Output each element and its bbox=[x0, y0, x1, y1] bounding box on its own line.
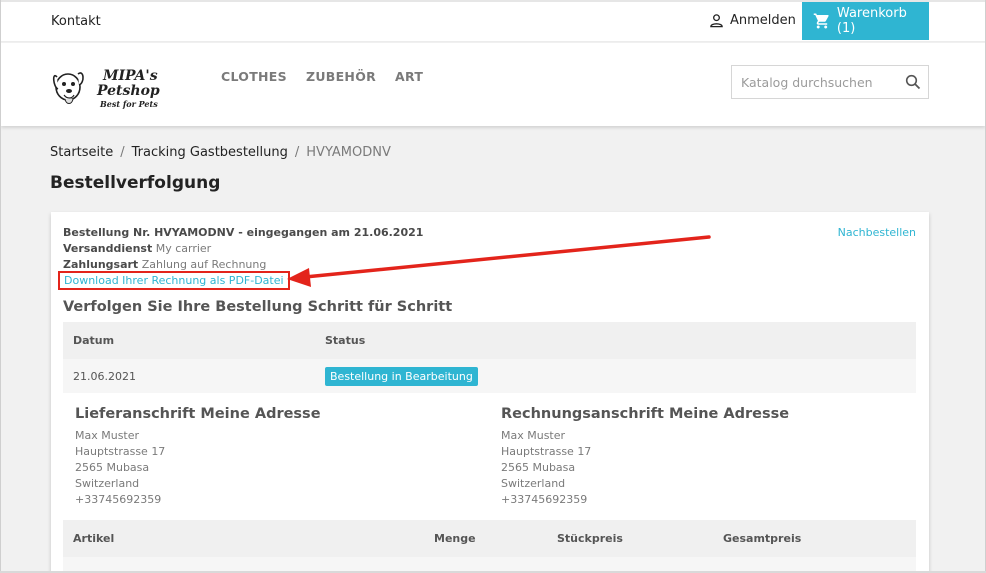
column-header-status: Status bbox=[325, 334, 366, 347]
order-headline: Bestellung Nr. HVYAMODNV - eingegangen a… bbox=[63, 226, 424, 239]
cart-icon bbox=[813, 13, 829, 29]
column-header-date: Datum bbox=[73, 334, 115, 347]
status-badge: Bestellung in Bearbeitung bbox=[325, 366, 478, 386]
menu-item-zubehoer[interactable]: ZUBEHÖR bbox=[306, 69, 376, 84]
cart-button[interactable]: Warenkorb (1) bbox=[802, 2, 929, 40]
payment-label: Zahlungsart bbox=[63, 258, 139, 271]
invoice-address-title: Rechnungsanschrift Meine Adresse bbox=[501, 406, 790, 422]
address-line: +33745692359 bbox=[501, 493, 588, 506]
cart-label: Warenkorb (1) bbox=[836, 6, 907, 36]
order-card: Bestellung Nr. HVYAMODNV - eingegangen a… bbox=[51, 212, 929, 573]
address-line: Hauptstrasse 17 bbox=[75, 445, 166, 458]
breadcrumb: Startseite / Tracking Gastbestellung / H… bbox=[50, 145, 391, 160]
address-line: Switzerland bbox=[501, 477, 566, 490]
breadcrumb-home[interactable]: Startseite bbox=[50, 145, 113, 160]
breadcrumb-current: HVYAMODNV bbox=[306, 145, 391, 160]
delivery-address: Lieferanschrift Meine Adresse Max Muster… bbox=[75, 405, 321, 508]
menu-item-clothes[interactable]: CLOTHES bbox=[221, 69, 287, 84]
reorder-link[interactable]: Nachbestellen bbox=[838, 226, 916, 239]
page-title: Bestellverfolgung bbox=[50, 173, 221, 193]
address-line: Max Muster bbox=[501, 429, 566, 442]
contact-link[interactable]: Kontakt bbox=[51, 14, 101, 29]
signin-label: Anmelden bbox=[730, 13, 796, 28]
carrier-label: Versanddienst bbox=[63, 242, 153, 255]
invoice-pdf-link[interactable]: Download Ihrer Rechnung als PDF-Datei bbox=[58, 271, 290, 290]
breadcrumb-guest-tracking[interactable]: Tracking Gastbestellung bbox=[132, 145, 288, 160]
address-line: Switzerland bbox=[75, 477, 140, 490]
column-header-quantity: Menge bbox=[434, 532, 476, 545]
tracking-title: Verfolgen Sie Ihre Bestellung Schritt fü… bbox=[63, 299, 453, 315]
address-line: Max Muster bbox=[75, 429, 140, 442]
invoice-address: Rechnungsanschrift Meine Adresse Max Mus… bbox=[501, 405, 789, 508]
logo-text-line2: Petshop bbox=[96, 83, 160, 99]
breadcrumb-separator: / bbox=[294, 145, 300, 160]
address-line: 2565 Mubasa bbox=[75, 461, 150, 474]
main-header: MIPA's Petshop Best for Pets CLOTHES ZUB… bbox=[1, 43, 985, 126]
address-line: +33745692359 bbox=[75, 493, 162, 506]
window-left-border bbox=[0, 0, 1, 573]
menu-item-art[interactable]: ART bbox=[395, 69, 423, 84]
breadcrumb-separator: / bbox=[120, 145, 125, 160]
carrier-line: Versanddienst My carrier bbox=[63, 241, 423, 257]
row-date: 21.06.2021 bbox=[73, 369, 136, 383]
table-row: 21.06.2021 Bestellung in Bearbeitung bbox=[63, 359, 916, 393]
user-icon bbox=[710, 14, 723, 28]
column-header-total-price: Gesamtpreis bbox=[723, 532, 802, 545]
top-bar: Kontakt Anmelden Warenkorb (1) bbox=[1, 2, 985, 42]
address-line: 2565 Mubasa bbox=[501, 461, 576, 474]
items-table-header: Artikel Menge Stückpreis Gesamtpreis bbox=[63, 520, 916, 557]
main-menu: CLOTHES ZUBEHÖR ART bbox=[221, 69, 423, 84]
tracking-table-header: Datum Status bbox=[63, 322, 916, 359]
items-table: Artikel Menge Stückpreis Gesamtpreis bbox=[63, 520, 916, 573]
column-header-unit-price: Stückpreis bbox=[557, 532, 623, 545]
tracking-table: Datum Status 21.06.2021 Bestellung in Be… bbox=[63, 322, 916, 393]
address-line: Hauptstrasse 17 bbox=[501, 445, 592, 458]
logo-text-line3: Best for Pets bbox=[99, 99, 158, 109]
logo-text-line1: MIPA's bbox=[102, 68, 158, 84]
order-info: Bestellung Nr. HVYAMODNV - eingegangen a… bbox=[63, 225, 423, 273]
shop-logo[interactable]: MIPA's Petshop Best for Pets bbox=[51, 65, 179, 111]
delivery-address-title: Lieferanschrift Meine Adresse bbox=[75, 406, 321, 422]
signin-link[interactable]: Anmelden bbox=[709, 13, 796, 28]
row-status-cell: Bestellung in Bearbeitung bbox=[325, 366, 916, 386]
payment-value: Zahlung auf Rechnung bbox=[141, 258, 267, 271]
search-box bbox=[731, 65, 929, 99]
search-input[interactable] bbox=[732, 66, 892, 98]
carrier-value: My carrier bbox=[155, 242, 212, 255]
column-header-article: Artikel bbox=[73, 532, 115, 545]
search-icon[interactable] bbox=[905, 74, 921, 90]
